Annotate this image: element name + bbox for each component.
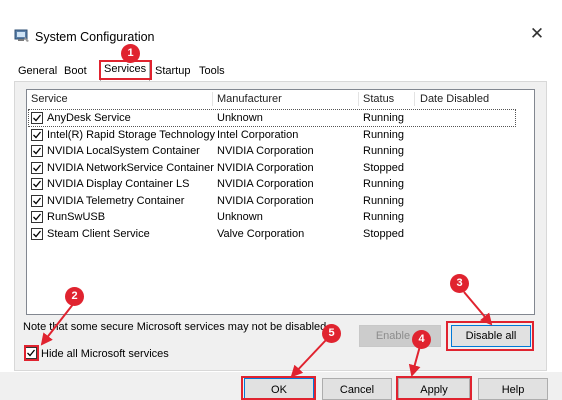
- annotation-badge-5: 5: [322, 324, 341, 343]
- annotation-badge-3: 3: [450, 274, 469, 293]
- annotation-arrows: [40, 291, 493, 378]
- annotation-badge-4: 4: [412, 330, 431, 349]
- annotation-badge-1: 1: [121, 44, 140, 63]
- annotation-badge-2: 2: [65, 287, 84, 306]
